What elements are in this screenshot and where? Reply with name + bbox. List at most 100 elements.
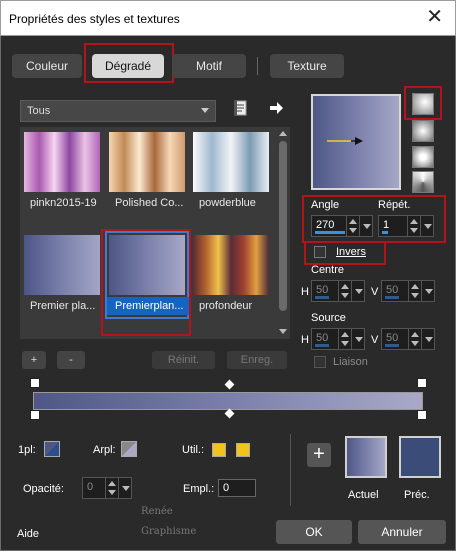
source-h-updown[interactable] (338, 329, 350, 349)
radial-style-icon[interactable] (412, 171, 434, 193)
gradient-thumbnail (109, 235, 185, 295)
prec-label: Préc. (404, 489, 430, 501)
ok-button[interactable]: OK (276, 520, 352, 544)
source-v-updown[interactable] (408, 329, 420, 349)
source-v-spinner[interactable]: 50 (381, 328, 435, 350)
gradient-item[interactable]: profondeur (191, 233, 271, 317)
gradient-thumbnail (24, 235, 100, 295)
bottom-stop-left-marker[interactable] (30, 410, 40, 420)
linear-style-icon[interactable] (412, 93, 434, 115)
angle-spinner[interactable]: 270 (311, 215, 373, 237)
repet-spinner[interactable]: 1 (378, 215, 434, 237)
centre-v-dropdown[interactable] (421, 281, 434, 301)
gradient-item-selected[interactable]: Premierplan... (105, 231, 189, 319)
arrow-right-icon[interactable] (268, 100, 284, 116)
gradient-item[interactable]: Premier pla... (22, 233, 102, 317)
bottom-stop-right-marker[interactable] (417, 410, 427, 420)
pl1-color-swatch[interactable] (44, 441, 60, 457)
enreg-button[interactable]: Enreg. (227, 351, 287, 369)
gradient-label: Polished Co... (115, 197, 184, 209)
gradient-item[interactable]: pinkn2015-19 (22, 130, 102, 214)
source-h-bar (315, 344, 329, 347)
centre-v-label: V (371, 286, 379, 298)
centre-h-value: 50 (316, 284, 329, 296)
pl1-label: 1pl: (18, 444, 36, 456)
empl-input[interactable]: 0 (218, 479, 256, 497)
liaison-checkbox[interactable] (314, 356, 326, 368)
source-h-value: 50 (316, 332, 329, 344)
category-dropdown[interactable]: Tous (20, 100, 216, 122)
prec-swatch[interactable] (399, 436, 441, 478)
opacity-label: Opacité: (23, 483, 64, 495)
source-v-dropdown[interactable] (421, 329, 434, 349)
angle-bar (315, 231, 345, 234)
centre-v-spinner[interactable]: 50 (381, 280, 435, 302)
document-icon[interactable] (233, 100, 249, 116)
arpl-label: Arpl: (93, 444, 116, 456)
util-color-swatch-2[interactable] (236, 443, 250, 457)
opacity-updown[interactable] (105, 478, 117, 498)
gradient-label: Premierplan... (107, 297, 189, 315)
watermark-line2: Graphisme (141, 526, 197, 537)
source-v-value: 50 (386, 332, 399, 344)
tab-couleur[interactable]: Couleur (12, 54, 82, 78)
repet-dropdown[interactable] (420, 216, 433, 236)
gradient-item[interactable]: powderblue (191, 130, 271, 214)
centre-h-dropdown[interactable] (351, 281, 364, 301)
title-bar: Propriétés des styles et textures ✕ (0, 0, 456, 36)
add-swatch-button[interactable]: + (307, 443, 331, 467)
remove-gradient-button[interactable]: - (57, 351, 85, 369)
direction-arrow-icon[interactable] (327, 136, 367, 146)
tab-texture[interactable]: Texture (270, 54, 344, 78)
watermark: Renée Graphisme (141, 506, 196, 537)
actuel-swatch[interactable] (345, 436, 387, 478)
angle-updown[interactable] (346, 216, 358, 236)
repet-updown[interactable] (407, 216, 419, 236)
scroll-thumb[interactable] (279, 141, 287, 311)
gradient-item[interactable]: Polished Co... (107, 130, 187, 214)
tab-divider (257, 57, 258, 75)
add-gradient-button[interactable]: + (22, 351, 46, 369)
angle-value: 270 (316, 219, 335, 231)
invers-checkbox[interactable] (314, 246, 326, 258)
tab-motif[interactable]: Motif (172, 54, 246, 78)
actuel-label: Actuel (348, 489, 379, 501)
gradient-preview[interactable] (311, 94, 401, 190)
tab-degrade[interactable]: Dégradé (92, 54, 164, 78)
scroll-up-icon[interactable] (279, 131, 287, 136)
section-divider (290, 434, 291, 506)
liaison-label: Liaison (333, 356, 368, 368)
gradient-label: pinkn2015-19 (30, 197, 97, 209)
centre-h-spinner[interactable]: 50 (311, 280, 365, 302)
watermark-line1: Renée (141, 506, 173, 517)
arpl-color-swatch[interactable] (121, 441, 137, 457)
rectangular-style-icon[interactable] (412, 120, 434, 142)
reinit-button[interactable]: Réinit. (152, 351, 215, 369)
centre-h-label: H (301, 286, 309, 298)
repet-bar (382, 231, 388, 234)
centre-v-bar (385, 296, 399, 299)
gradient-thumbnail (24, 132, 100, 192)
close-icon[interactable]: ✕ (426, 6, 443, 28)
util-color-swatch[interactable] (212, 443, 226, 457)
aide-label[interactable]: Aide (17, 528, 39, 540)
centre-h-updown[interactable] (338, 281, 350, 301)
sunburst-style-icon[interactable] (412, 146, 434, 168)
top-stop-left-marker[interactable] (30, 378, 40, 388)
centre-h-bar (315, 296, 329, 299)
source-label: Source (311, 312, 346, 324)
source-h-dropdown[interactable] (351, 329, 364, 349)
gradient-editor-bar[interactable] (33, 392, 423, 410)
gallery-scrollbar[interactable] (276, 127, 290, 339)
invers-label: Invers (336, 246, 366, 258)
source-h-spinner[interactable]: 50 (311, 328, 365, 350)
category-value: Tous (27, 105, 51, 117)
centre-v-updown[interactable] (408, 281, 420, 301)
source-v-bar (385, 344, 399, 347)
scroll-down-icon[interactable] (279, 329, 287, 334)
opacity-dropdown[interactable] (118, 478, 131, 498)
opacity-spinner[interactable]: 0 (82, 477, 132, 499)
angle-dropdown[interactable] (359, 216, 372, 236)
annuler-button[interactable]: Annuler (358, 520, 446, 544)
top-stop-right-marker[interactable] (417, 378, 427, 388)
